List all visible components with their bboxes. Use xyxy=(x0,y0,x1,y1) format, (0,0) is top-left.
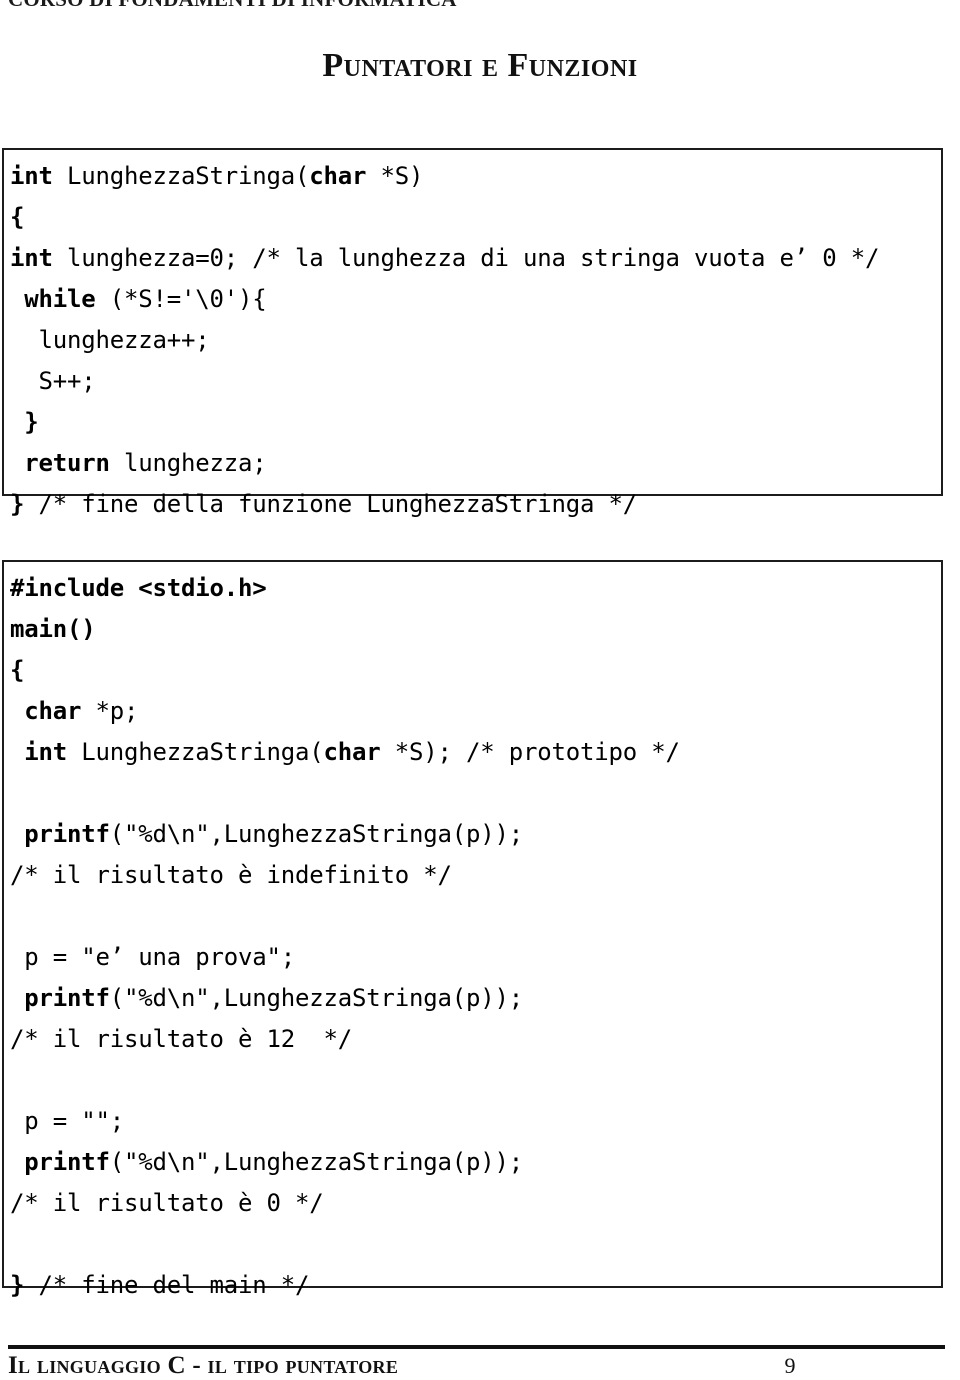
code-text: (*S!='\0'){ xyxy=(95,285,267,313)
code-text: LunghezzaStringa( xyxy=(52,162,310,190)
code-line: int LunghezzaStringa(char *S) xyxy=(10,156,941,197)
code-line: p = "e’ una prova"; xyxy=(10,937,941,978)
code-keyword: printf xyxy=(24,820,110,848)
code-text: /* il risultato è 12 */ xyxy=(10,1025,352,1053)
footer-page-number: 9 xyxy=(784,1353,796,1378)
code-text: lunghezza; xyxy=(109,449,267,477)
footer-divider xyxy=(8,1345,945,1349)
code-keyword: while xyxy=(24,285,96,313)
code-text: p = ""; xyxy=(10,1107,124,1135)
code-text: *S) xyxy=(366,162,424,190)
code-text: ("%d\n",LunghezzaStringa(p)); xyxy=(109,1148,523,1176)
code-keyword: } xyxy=(10,490,25,518)
code-text: ("%d\n",LunghezzaStringa(p)); xyxy=(109,820,523,848)
code-text: ("%d\n",LunghezzaStringa(p)); xyxy=(109,984,523,1012)
code-text: *p; xyxy=(81,697,139,725)
code-keyword: } xyxy=(10,1271,25,1299)
code-keyword: #include <stdio.h> xyxy=(10,574,267,602)
code-line: S++; xyxy=(10,361,941,402)
code-line: main() xyxy=(10,609,941,650)
code-text: p = "e’ una prova"; xyxy=(10,943,295,971)
code-text: /* il risultato è 0 */ xyxy=(10,1189,324,1217)
code-keyword: main() xyxy=(10,615,96,643)
code-keyword: char xyxy=(309,162,367,190)
code-keyword: { xyxy=(10,203,25,231)
code-line: } xyxy=(10,402,941,443)
code-line: #include <stdio.h> xyxy=(10,568,941,609)
code-line: { xyxy=(10,650,941,691)
code-line: p = ""; xyxy=(10,1101,941,1142)
code-keyword: int xyxy=(10,162,53,190)
code-keyword: printf xyxy=(24,1148,110,1176)
code-line: int lunghezza=0; /* la lunghezza di una … xyxy=(10,238,941,279)
code-line: while (*S!='\0'){ xyxy=(10,279,941,320)
code-line: /* il risultato è 0 */ xyxy=(10,1183,941,1224)
code-line: printf("%d\n",LunghezzaStringa(p)); xyxy=(10,1142,941,1183)
code-block-main-program: #include <stdio.h> main() { char *p; int L… xyxy=(2,560,943,1299)
running-header: CORSO DI FONDAMENTI DI INFORMATICA xyxy=(8,0,952,10)
code-text: lunghezza=0; /* la lunghezza di una stri… xyxy=(52,244,880,272)
code-line: /* il risultato è indefinito */ xyxy=(10,855,941,896)
code-keyword: int xyxy=(24,738,67,766)
code-line: return lunghezza; xyxy=(10,443,941,484)
code-line: lunghezza++; xyxy=(10,320,941,361)
code-line: { xyxy=(10,197,941,238)
code-line: } /* fine del main */ xyxy=(10,1265,941,1306)
code-keyword: char xyxy=(323,738,381,766)
code-keyword: char xyxy=(24,697,82,725)
code-text: LunghezzaStringa( xyxy=(67,738,324,766)
code-line: char *p; xyxy=(10,691,941,732)
code-line: int LunghezzaStringa(char *S); /* protot… xyxy=(10,732,941,773)
code-keyword: return xyxy=(24,449,110,477)
code-keyword: printf xyxy=(24,984,110,1012)
code-line: /* il risultato è 12 */ xyxy=(10,1019,941,1060)
code-keyword: int xyxy=(10,244,53,272)
code-text: *S); /* prototipo */ xyxy=(380,738,680,766)
code-keyword: } xyxy=(10,408,39,436)
code-line: } /* fine della funzione LunghezzaString… xyxy=(10,484,941,525)
code-line: printf("%d\n",LunghezzaStringa(p)); xyxy=(10,814,941,855)
code-text: /* fine della funzione LunghezzaStringa … xyxy=(24,490,637,518)
code-line: printf("%d\n",LunghezzaStringa(p)); xyxy=(10,978,941,1019)
code-block-function-definition: int LunghezzaStringa(char *S) { int lunghe… xyxy=(2,148,943,518)
code-keyword: { xyxy=(10,656,25,684)
page-title: Puntatori e Funzioni xyxy=(322,47,638,84)
code-text: S++; xyxy=(10,367,96,395)
code-text: lunghezza++; xyxy=(10,326,210,354)
code-text: /* fine del main */ xyxy=(24,1271,310,1299)
footer-title: Il linguaggio C - il tipo puntatore xyxy=(8,1352,399,1379)
code-text: /* il risultato è indefinito */ xyxy=(10,861,452,889)
